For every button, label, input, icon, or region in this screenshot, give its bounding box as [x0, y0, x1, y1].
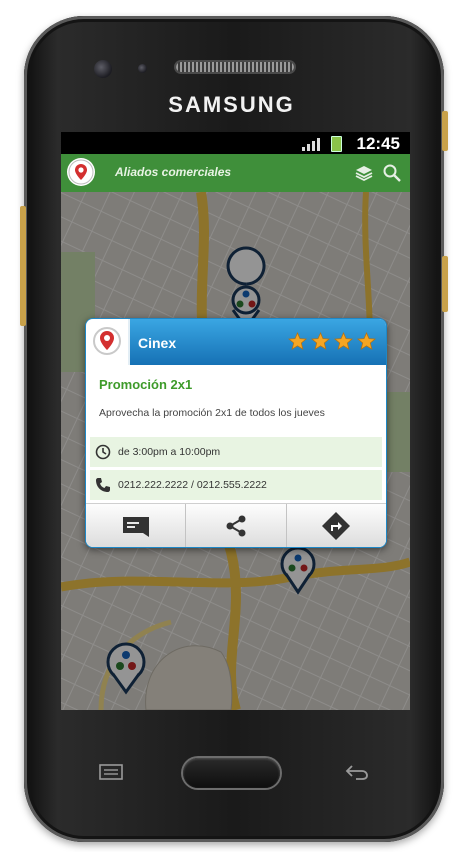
message-button[interactable]: [86, 504, 187, 547]
app-logo-icon[interactable]: [67, 158, 95, 186]
directions-button[interactable]: [287, 504, 386, 547]
signal-icon: [302, 138, 320, 151]
schedule-text: de 3:00pm a 10:00pm: [118, 446, 221, 458]
side-button: [442, 256, 448, 312]
schedule-row: de 3:00pm a 10:00pm: [90, 437, 382, 467]
directions-icon: [322, 512, 351, 540]
card-actions: [86, 503, 386, 547]
battery-icon: [331, 136, 342, 152]
status-bar: 12:45: [61, 132, 410, 154]
phone-row[interactable]: 0212.222.2222 / 0212.555.2222: [90, 470, 382, 500]
star-icon: [334, 332, 353, 350]
share-button[interactable]: [186, 504, 287, 547]
rating-stars: [288, 332, 376, 351]
place-logo-icon: [86, 319, 130, 365]
star-icon: [288, 332, 307, 350]
proximity-sensor: [138, 64, 147, 73]
menu-icon[interactable]: [98, 762, 124, 782]
back-icon[interactable]: [344, 762, 370, 782]
card-header: Cinex: [86, 319, 386, 365]
earpiece-speaker: [176, 62, 294, 72]
front-camera: [94, 60, 112, 78]
layers-icon[interactable]: [354, 163, 374, 183]
home-button[interactable]: [183, 758, 280, 788]
brand-logo: SAMSUNG: [168, 92, 295, 117]
promo-description: Aprovecha la promoción 2x1 de todos los …: [99, 407, 325, 419]
message-icon: [122, 517, 149, 537]
volume-button: [20, 206, 26, 326]
app-title: Aliados comerciales: [115, 165, 232, 179]
clock-icon: [95, 444, 111, 460]
place-name: Cinex: [138, 335, 177, 351]
status-time: 12:45: [356, 134, 400, 153]
star-icon: [311, 332, 330, 350]
action-bar: Aliados comerciales: [61, 154, 410, 192]
star-icon: [357, 332, 376, 350]
promo-title: Promoción 2x1: [99, 377, 193, 392]
share-icon: [226, 515, 246, 537]
phone-numbers: 0212.222.2222 / 0212.555.2222: [118, 479, 267, 491]
search-icon[interactable]: [382, 163, 402, 183]
phone-icon: [96, 478, 110, 492]
place-info-card: Cinex Promoción 2x1 Aprovecha la promoci…: [85, 318, 387, 548]
